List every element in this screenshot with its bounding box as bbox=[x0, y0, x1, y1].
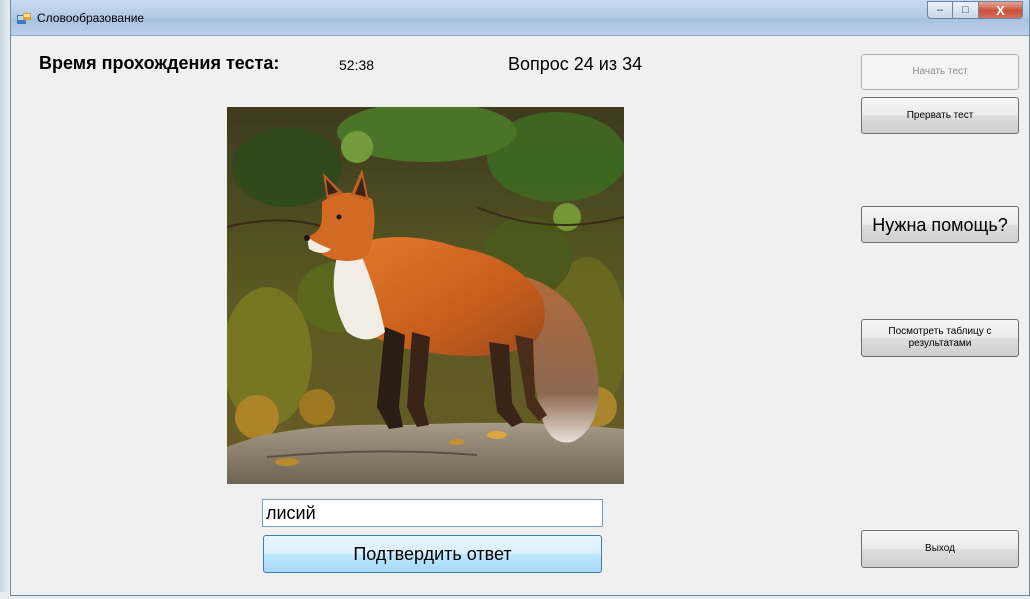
desktop-edge bbox=[0, 0, 10, 599]
question-image bbox=[227, 107, 624, 484]
answer-input[interactable] bbox=[262, 499, 603, 527]
app-icon bbox=[17, 13, 31, 24]
start-test-button[interactable]: Начать тест bbox=[861, 54, 1019, 90]
window-title: Словообразование bbox=[37, 11, 145, 25]
minimize-button[interactable]: ‒ bbox=[927, 1, 953, 19]
timer-value: 52:38 bbox=[339, 57, 375, 73]
exit-button[interactable]: Выход bbox=[861, 530, 1019, 568]
stop-test-button[interactable]: Прервать тест bbox=[861, 97, 1019, 134]
view-results-button[interactable]: Посмотреть таблицу с результатами bbox=[861, 319, 1019, 357]
title-bar[interactable]: Словообразование ‒ □ X bbox=[11, 0, 1029, 36]
time-label: Время прохождения теста: bbox=[39, 53, 280, 73]
question-progress: Вопрос 24 из 34 bbox=[508, 54, 643, 74]
help-button[interactable]: Нужна помощь? bbox=[861, 206, 1019, 243]
minimize-icon: ‒ bbox=[936, 4, 944, 16]
close-button[interactable]: X bbox=[979, 1, 1023, 19]
fox-photo bbox=[227, 107, 624, 484]
maximize-button[interactable]: □ bbox=[953, 1, 979, 19]
maximize-icon: □ bbox=[962, 4, 969, 16]
form-content: Время прохождения теста: 52:38 Вопрос 24… bbox=[11, 36, 1029, 595]
caption-buttons: ‒ □ X bbox=[927, 1, 1023, 19]
confirm-answer-button[interactable]: Подтвердить ответ bbox=[263, 535, 602, 573]
app-window: Словообразование ‒ □ X Время прохождения… bbox=[10, 0, 1030, 596]
close-icon: X bbox=[996, 2, 1005, 18]
